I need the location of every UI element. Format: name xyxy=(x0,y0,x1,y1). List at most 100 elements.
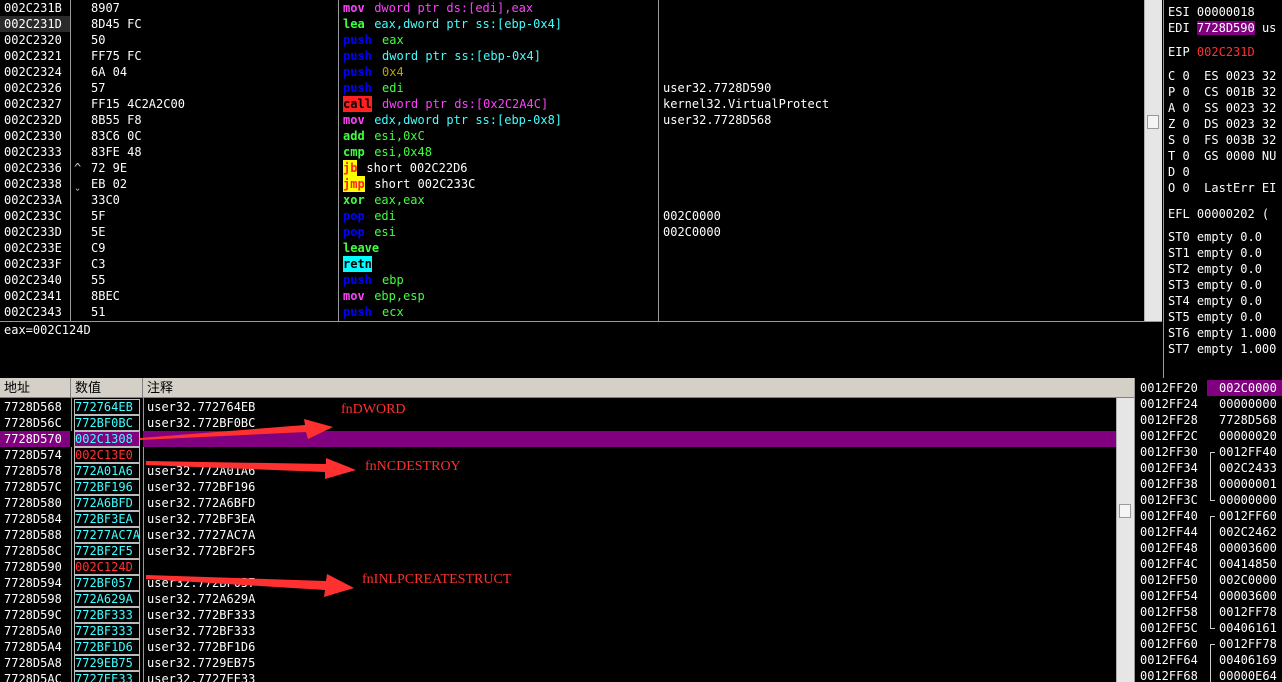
scroll-thumb[interactable] xyxy=(1119,504,1131,518)
fpu-register-row[interactable]: ST4 empty 0.0 xyxy=(1168,293,1276,309)
disasm-address[interactable]: 002C233A xyxy=(0,192,70,208)
disasm-row[interactable]: 002C2320 50 push eax xyxy=(0,32,1144,48)
stack-address[interactable]: 0012FF28 xyxy=(1140,412,1198,428)
disasm-scrollbar[interactable] xyxy=(1144,0,1162,321)
stack-address[interactable]: 0012FF50 xyxy=(1140,572,1198,588)
register-flag-row[interactable]: D 0 xyxy=(1168,164,1276,180)
fpu-register-row[interactable]: ST1 empty 0.0 xyxy=(1168,245,1276,261)
stack-address[interactable]: 0012FF4C xyxy=(1140,556,1198,572)
disasm-address[interactable]: 002C233E xyxy=(0,240,70,256)
scroll-thumb[interactable] xyxy=(1147,115,1159,129)
stack-value[interactable]: 002C0000 xyxy=(1219,572,1277,588)
disasm-row[interactable]: 002C2330 83C6 0C add esi,0xC xyxy=(0,128,1144,144)
stack-pane[interactable]: 0012FF20 002C0000 0012FF24 00000000 0012FF28… xyxy=(1134,378,1282,682)
disasm-row[interactable]: 002C2338 ˬ EB 02 jmp short 002C233C xyxy=(0,176,1144,192)
disasm-row[interactable]: 002C233A 33C0 xor eax,eax xyxy=(0,192,1144,208)
eip-value[interactable]: 002C231D xyxy=(1197,45,1255,59)
edi-value[interactable]: 7728D590 xyxy=(1196,21,1255,35)
disasm-address[interactable]: 002C231D xyxy=(0,16,70,32)
stack-value[interactable]: 00003600 xyxy=(1219,588,1277,604)
memory-dump-pane[interactable]: 地址 数值 注释 7728D568 772764EB user32.772764EB… xyxy=(0,378,1134,682)
stack-value[interactable]: 0012FF40 xyxy=(1219,444,1277,460)
stack-value[interactable]: 00000E64 xyxy=(1219,668,1277,682)
disasm-address[interactable]: 002C2333 xyxy=(0,144,70,160)
disasm-row[interactable]: 002C231D 8D45 FC lea eax,dword ptr ss:[ebp-… xyxy=(0,16,1144,32)
register-efl[interactable]: EFL 00000202 ( xyxy=(1168,206,1269,222)
register-esi[interactable]: ESI 00000018 xyxy=(1168,4,1255,20)
stack-value[interactable]: 00000001 xyxy=(1219,476,1277,492)
stack-row[interactable]: 0012FF60 0012FF78 xyxy=(1135,636,1282,653)
stack-row[interactable]: 0012FF50 002C0000 xyxy=(1135,572,1282,588)
stack-address[interactable]: 0012FF38 xyxy=(1140,476,1198,492)
dump-scrollbar[interactable] xyxy=(1116,398,1134,682)
stack-value[interactable]: 00000000 xyxy=(1219,396,1277,412)
stack-row[interactable]: 0012FF44 002C2462 xyxy=(1135,524,1282,540)
fpu-register-row[interactable]: ST7 empty 1.000 xyxy=(1168,341,1276,357)
disasm-row[interactable]: 002C233E C9 leave xyxy=(0,240,1144,256)
disasm-address[interactable]: 002C2340 xyxy=(0,272,70,288)
stack-address[interactable]: 0012FF60 xyxy=(1140,636,1198,652)
disasm-row[interactable]: 002C233D 5E pop esi 002C0000 xyxy=(0,224,1144,240)
stack-value[interactable]: 00406169 xyxy=(1219,652,1277,668)
stack-value[interactable]: 7728D568 xyxy=(1219,412,1277,428)
stack-row[interactable]: 0012FF64 00406169 xyxy=(1135,652,1282,668)
disasm-address[interactable]: 002C2327 xyxy=(0,96,70,112)
register-flag-row[interactable]: O 0 LastErr EI xyxy=(1168,180,1276,196)
disasm-address[interactable]: 002C233C xyxy=(0,208,70,224)
registers-pane[interactable]: ESI 00000018 EDI 7728D590 us EIP 002C231… xyxy=(1163,0,1282,378)
disasm-address[interactable]: 002C232D xyxy=(0,112,70,128)
fpu-register-row[interactable]: ST2 empty 0.0 xyxy=(1168,261,1276,277)
disasm-address[interactable]: 002C2326 xyxy=(0,80,70,96)
stack-value[interactable]: 002C2433 xyxy=(1219,460,1277,476)
disasm-row[interactable]: 002C2321 FF75 FC push dword ptr ss:[ebp-0x4… xyxy=(0,48,1144,64)
stack-row[interactable]: 0012FF20 002C0000 xyxy=(1135,380,1282,396)
register-flag-row[interactable]: S 0 FS 003B 32 xyxy=(1168,132,1276,148)
disasm-address[interactable]: 002C2336 xyxy=(0,160,70,176)
fpu-register-row[interactable]: ST5 empty 0.0 xyxy=(1168,309,1276,325)
stack-value[interactable]: 0012FF60 xyxy=(1219,508,1277,524)
stack-row[interactable]: 0012FF48 00003600 xyxy=(1135,540,1282,556)
stack-address[interactable]: 0012FF54 xyxy=(1140,588,1198,604)
disasm-address[interactable]: 002C2324 xyxy=(0,64,70,80)
stack-address[interactable]: 0012FF2C xyxy=(1140,428,1198,444)
stack-address[interactable]: 0012FF3C xyxy=(1140,492,1198,508)
stack-row[interactable]: 0012FF3C 00000000 xyxy=(1135,492,1282,508)
disasm-row[interactable]: 002C2341 8BEC mov ebp,esp xyxy=(0,288,1144,304)
stack-row[interactable]: 0012FF68 00000E64 xyxy=(1135,668,1282,682)
stack-row[interactable]: 0012FF58 0012FF78 xyxy=(1135,604,1282,620)
disasm-address[interactable]: 002C233D xyxy=(0,224,70,240)
disasm-address[interactable]: 002C2343 xyxy=(0,304,70,320)
stack-value[interactable]: 0012FF78 xyxy=(1219,604,1277,620)
stack-value[interactable]: 00414850 xyxy=(1219,556,1277,572)
stack-row[interactable]: 0012FF24 00000000 xyxy=(1135,396,1282,412)
disasm-address[interactable]: 002C2341 xyxy=(0,288,70,304)
register-edi[interactable]: EDI 7728D590 us xyxy=(1168,20,1276,36)
stack-row[interactable]: 0012FF4C 00414850 xyxy=(1135,556,1282,572)
register-eip[interactable]: EIP 002C231D xyxy=(1168,44,1255,60)
stack-address[interactable]: 0012FF44 xyxy=(1140,524,1198,540)
stack-value[interactable]: 00000000 xyxy=(1219,492,1277,508)
disasm-row[interactable]: 002C2327 FF15 4C2A2C00 call dword ptr ds:[0… xyxy=(0,96,1144,112)
stack-value[interactable]: 0012FF78 xyxy=(1219,636,1277,652)
stack-address[interactable]: 0012FF30 xyxy=(1140,444,1198,460)
disasm-row[interactable]: 002C2343 51 push ecx xyxy=(0,304,1144,320)
disasm-row[interactable]: 002C2333 83FE 48 cmp esi,0x48 xyxy=(0,144,1144,160)
stack-row[interactable]: 0012FF34 002C2433 xyxy=(1135,460,1282,476)
fpu-register-row[interactable]: ST6 empty 1.000 xyxy=(1168,325,1276,341)
disasm-address[interactable]: 002C2330 xyxy=(0,128,70,144)
fpu-register-row[interactable]: ST3 empty 0.0 xyxy=(1168,277,1276,293)
stack-value[interactable]: 002C0000 xyxy=(1207,380,1282,396)
disasm-row[interactable]: 002C2340 55 push ebp xyxy=(0,272,1144,288)
stack-address[interactable]: 0012FF40 xyxy=(1140,508,1198,524)
stack-row[interactable]: 0012FF30 0012FF40 xyxy=(1135,444,1282,461)
stack-address[interactable]: 0012FF48 xyxy=(1140,540,1198,556)
stack-row[interactable]: 0012FF5C 00406161 xyxy=(1135,620,1282,636)
register-flag-row[interactable]: P 0 CS 001B 32 xyxy=(1168,84,1276,100)
register-flag-row[interactable]: C 0 ES 0023 32 xyxy=(1168,68,1276,84)
stack-row[interactable]: 0012FF54 00003600 xyxy=(1135,588,1282,604)
stack-value[interactable]: 00000020 xyxy=(1219,428,1277,444)
disasm-row[interactable]: 002C2336 ^ 72 9E jb short 002C22D6 xyxy=(0,160,1144,176)
fpu-register-row[interactable]: ST0 empty 0.0 xyxy=(1168,229,1276,245)
stack-value[interactable]: 002C2462 xyxy=(1219,524,1277,540)
disasm-address[interactable]: 002C2321 xyxy=(0,48,70,64)
